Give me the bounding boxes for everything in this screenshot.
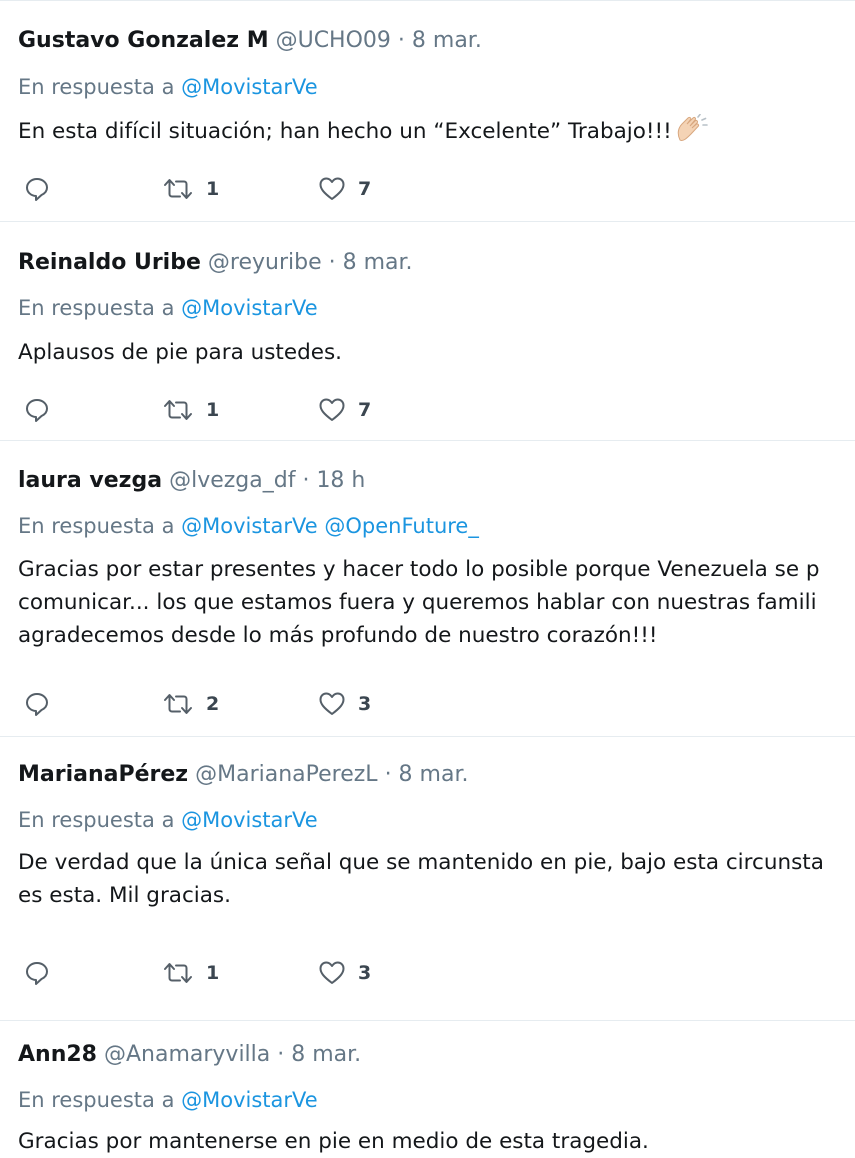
tweet-text-line-content: En esta difícil situación; han hecho un … xyxy=(18,119,672,144)
tweet-text: Gracias por mantenerse en pie en medio d… xyxy=(18,1125,855,1158)
tweet-text: En esta difícil situación; han hecho un … xyxy=(18,114,855,148)
mention-link[interactable]: @MovistarVe xyxy=(181,514,318,538)
reply-icon xyxy=(26,962,48,985)
retweet-count: 1 xyxy=(206,962,220,984)
retweet-button[interactable]: 1 xyxy=(162,956,219,990)
tweet-text-line: Gracias por mantenerse en pie en medio d… xyxy=(18,1129,649,1154)
tweet-header: Ann28 @Anamaryvilla · 8 mar. xyxy=(18,1042,361,1067)
heart-icon xyxy=(319,961,345,984)
tweet-card[interactable]: Gustavo Gonzalez M @UCHO09 · 8 mar. En r… xyxy=(0,0,855,222)
retweet-button[interactable]: 1 xyxy=(162,393,219,427)
author-name[interactable]: Gustavo Gonzalez M xyxy=(18,28,269,53)
tweet-header: Gustavo Gonzalez M @UCHO09 · 8 mar. xyxy=(18,28,482,53)
reply-button[interactable] xyxy=(24,687,50,721)
reply-prefix: En respuesta a xyxy=(18,296,175,320)
mention-link[interactable]: @MovistarVe xyxy=(181,296,318,320)
reply-button[interactable] xyxy=(24,172,50,206)
tweet-text: Aplausos de pie para ustedes. xyxy=(18,336,855,369)
tweet-text-line: Gracias por estar presentes y hacer todo… xyxy=(18,557,820,582)
reply-context: En respuesta a @MovistarVe xyxy=(18,808,318,832)
reply-prefix: En respuesta a xyxy=(18,808,175,832)
author-handle[interactable]: @reyuribe xyxy=(208,250,322,275)
timestamp[interactable]: · 8 mar. xyxy=(277,1042,361,1067)
author-handle[interactable]: @lvezga_df xyxy=(169,468,295,493)
tweet-text-line: Aplausos de pie para ustedes. xyxy=(18,340,342,365)
author-handle[interactable]: @UCHO09 xyxy=(276,28,391,53)
tweet-card[interactable]: Reinaldo Uribe @reyuribe · 8 mar. En res… xyxy=(0,222,855,441)
reply-context: En respuesta a @MovistarVe @OpenFuture_ xyxy=(18,514,479,538)
timestamp[interactable]: · 8 mar. xyxy=(385,762,469,787)
retweet-icon xyxy=(164,179,192,199)
tweet-text: De verdad que la única señal que se mant… xyxy=(18,846,855,912)
reply-button[interactable] xyxy=(24,956,50,990)
author-handle[interactable]: @Anamaryvilla xyxy=(104,1042,270,1067)
heart-icon xyxy=(319,177,345,200)
author-name[interactable]: Ann28 xyxy=(18,1042,97,1067)
retweet-icon xyxy=(164,963,192,983)
author-name[interactable]: MarianaPérez xyxy=(18,762,188,787)
tweet-actions: 1 3 xyxy=(0,956,500,990)
timestamp[interactable]: · 8 mar. xyxy=(329,250,413,275)
reply-prefix: En respuesta a xyxy=(18,1088,175,1112)
reply-prefix: En respuesta a xyxy=(18,514,175,538)
retweet-count: 1 xyxy=(206,178,220,200)
tweet-text-line: En esta difícil situación; han hecho un … xyxy=(18,114,855,148)
retweet-button[interactable]: 1 xyxy=(162,172,219,206)
reply-context: En respuesta a @MovistarVe xyxy=(18,75,318,99)
author-name[interactable]: laura vezga xyxy=(18,468,162,493)
tweet-actions: 2 3 xyxy=(0,687,500,721)
tweet-text-line: es esta. Mil gracias. xyxy=(18,883,231,908)
tweet-header: MarianaPérez @MarianaPerezL · 8 mar. xyxy=(18,762,468,787)
reply-context: En respuesta a @MovistarVe xyxy=(18,1088,318,1112)
retweet-count: 1 xyxy=(206,399,220,421)
like-button[interactable]: 7 xyxy=(318,393,371,427)
like-count: 3 xyxy=(358,693,372,715)
reply-prefix: En respuesta a xyxy=(18,75,175,99)
like-button[interactable]: 3 xyxy=(318,956,371,990)
tweet-card[interactable]: MarianaPérez @MarianaPerezL · 8 mar. En … xyxy=(0,737,855,1021)
reply-icon xyxy=(26,399,48,422)
tweet-text-line: agradecemos desde lo más profundo de nue… xyxy=(18,623,658,648)
timestamp[interactable]: · 8 mar. xyxy=(398,28,482,53)
mention-link[interactable]: @MovistarVe xyxy=(181,808,318,832)
mention-link[interactable]: @MovistarVe xyxy=(181,1088,318,1112)
reply-icon xyxy=(26,178,48,201)
like-button[interactable]: 3 xyxy=(318,687,371,721)
tweet-header: Reinaldo Uribe @reyuribe · 8 mar. xyxy=(18,250,413,275)
like-button[interactable]: 7 xyxy=(318,172,371,206)
tweet-header: laura vezga @lvezga_df · 18 h xyxy=(18,468,365,493)
tweet-actions: 1 7 xyxy=(0,172,500,206)
reply-icon xyxy=(26,693,48,716)
tweet-card[interactable]: Ann28 @Anamaryvilla · 8 mar. En respuest… xyxy=(0,1021,855,1154)
reply-context: En respuesta a @MovistarVe xyxy=(18,296,318,320)
like-count: 7 xyxy=(358,178,372,200)
tweet-card[interactable]: laura vezga @lvezga_df · 18 h En respues… xyxy=(0,441,855,737)
tweet-actions: 1 7 xyxy=(0,393,500,427)
author-handle[interactable]: @MarianaPerezL xyxy=(195,762,377,787)
like-count: 7 xyxy=(358,399,372,421)
retweet-button[interactable]: 2 xyxy=(162,687,219,721)
heart-icon xyxy=(319,692,345,715)
retweet-icon xyxy=(164,400,192,420)
mention-link[interactable]: @MovistarVe xyxy=(181,75,318,99)
retweet-icon xyxy=(164,694,192,714)
mention-link[interactable]: @OpenFuture_ xyxy=(324,514,478,538)
clapping-hands-icon xyxy=(677,114,708,141)
author-name[interactable]: Reinaldo Uribe xyxy=(18,250,201,275)
retweet-count: 2 xyxy=(206,693,220,715)
like-count: 3 xyxy=(358,962,372,984)
heart-icon xyxy=(319,398,345,421)
reply-button[interactable] xyxy=(24,393,50,427)
timestamp[interactable]: · 18 h xyxy=(302,468,365,493)
tweet-text-line: comunicar... los que estamos fuera y que… xyxy=(18,590,817,615)
tweet-text: Gracias por estar presentes y hacer todo… xyxy=(18,553,855,652)
tweet-text-line: De verdad que la única señal que se mant… xyxy=(18,850,824,875)
